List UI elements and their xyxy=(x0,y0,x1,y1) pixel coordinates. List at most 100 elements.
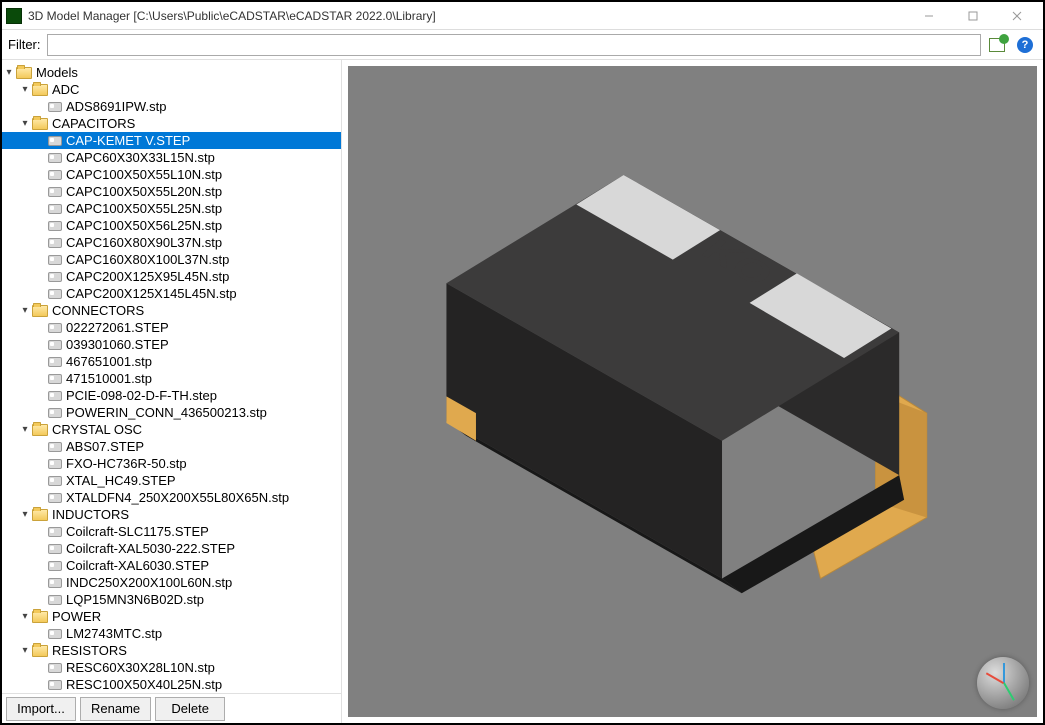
tree-file[interactable]: 471510001.stp xyxy=(2,370,341,387)
file-icon xyxy=(48,272,62,282)
tree-file[interactable]: 039301060.STEP xyxy=(2,336,341,353)
tree-node-label: 467651001.stp xyxy=(66,354,152,369)
tree-file[interactable]: 467651001.stp xyxy=(2,353,341,370)
tree-file[interactable]: ADS8691IPW.stp xyxy=(2,98,341,115)
tree-file[interactable]: 022272061.STEP xyxy=(2,319,341,336)
file-icon xyxy=(48,357,62,367)
tree-file[interactable]: XTALDFN4_250X200X55L80X65N.stp xyxy=(2,489,341,506)
file-icon xyxy=(48,289,62,299)
tree-file[interactable]: PCIE-098-02-D-F-TH.step xyxy=(2,387,341,404)
tree-file[interactable]: INDC250X200X100L60N.stp xyxy=(2,574,341,591)
tree-node-label: CAPC100X50X55L10N.stp xyxy=(66,167,222,182)
model-tree[interactable]: ▾ Models ▾ ADC ADS8691IPW.stp▾CAPACITORSCAP-… xyxy=(2,60,341,693)
delete-button[interactable]: Delete xyxy=(155,697,225,721)
file-icon xyxy=(48,629,62,639)
add-folder-icon xyxy=(989,38,1005,52)
tree-file[interactable]: RESC60X30X28L10N.stp xyxy=(2,659,341,676)
tree-node-label: CAPC60X30X33L15N.stp xyxy=(66,150,215,165)
tree-file[interactable]: XTAL_HC49.STEP xyxy=(2,472,341,489)
tree-node-label: CAPC100X50X55L25N.stp xyxy=(66,201,222,216)
folder-icon xyxy=(32,509,48,521)
file-icon xyxy=(48,408,62,418)
titlebar: 3D Model Manager [C:\Users\Public\eCADST… xyxy=(2,2,1043,30)
tree-folder[interactable]: ▾POWER xyxy=(2,608,341,625)
import-button[interactable]: Import... xyxy=(6,697,76,721)
model-preview: KO xyxy=(348,66,1037,717)
tree-node-label: CAP-KEMET V.STEP xyxy=(66,133,190,148)
add-folder-button[interactable] xyxy=(985,34,1009,56)
expand-toggle-icon: ▾ xyxy=(18,645,32,656)
tree-folder[interactable]: ▾ ADC xyxy=(2,81,341,98)
maximize-button[interactable] xyxy=(951,3,995,29)
tree-folder[interactable]: ▾CONNECTORS xyxy=(2,302,341,319)
tree-node-label: CAPC160X80X90L37N.stp xyxy=(66,235,222,250)
file-icon xyxy=(48,102,62,112)
tree-node-label: Models xyxy=(36,65,78,80)
help-button[interactable]: ? xyxy=(1013,34,1037,56)
tree-file[interactable]: Coilcraft-SLC1175.STEP xyxy=(2,523,341,540)
tree-file[interactable]: CAPC160X80X90L37N.stp xyxy=(2,234,341,251)
tree-file[interactable]: CAPC100X50X55L25N.stp xyxy=(2,200,341,217)
expand-toggle-icon: ▾ xyxy=(18,424,32,435)
file-icon xyxy=(48,544,62,554)
tree-root[interactable]: ▾ Models xyxy=(2,64,341,81)
tree-node-label: LQP15MN3N6B02D.stp xyxy=(66,592,204,607)
tree-node-label: POWERIN_CONN_436500213.stp xyxy=(66,405,267,420)
file-icon xyxy=(48,238,62,248)
view-gizmo[interactable] xyxy=(977,657,1029,709)
tree-folder[interactable]: ▾INDUCTORS xyxy=(2,506,341,523)
tree-node-label: ADS8691IPW.stp xyxy=(66,99,166,114)
tree-file[interactable]: Coilcraft-XAL6030.STEP xyxy=(2,557,341,574)
file-icon xyxy=(48,680,62,690)
tree-file[interactable]: Coilcraft-XAL5030-222.STEP xyxy=(2,540,341,557)
tree-file[interactable]: LM2743MTC.stp xyxy=(2,625,341,642)
tree-file[interactable]: CAPC100X50X55L20N.stp xyxy=(2,183,341,200)
viewport-panel: KO xyxy=(342,60,1043,723)
tree-file[interactable]: CAPC200X125X95L45N.stp xyxy=(2,268,341,285)
tree-folder[interactable]: ▾CRYSTAL OSC xyxy=(2,421,341,438)
tree-node-label: RESC100X50X40L25N.stp xyxy=(66,677,222,692)
tree-file[interactable]: CAPC100X50X55L10N.stp xyxy=(2,166,341,183)
tree-file[interactable]: CAPC200X125X145L45N.stp xyxy=(2,285,341,302)
file-icon xyxy=(48,578,62,588)
tree-file[interactable]: CAPC100X50X56L25N.stp xyxy=(2,217,341,234)
tree-node-label: CAPC160X80X100L37N.stp xyxy=(66,252,229,267)
tree-folder[interactable]: ▾CAPACITORS xyxy=(2,115,341,132)
file-icon xyxy=(48,391,62,401)
file-icon xyxy=(48,374,62,384)
filter-input[interactable] xyxy=(47,34,982,56)
expand-toggle-icon: ▾ xyxy=(2,67,16,78)
tree-buttons: Import... Rename Delete xyxy=(2,693,341,723)
tree-node-label: CAPC100X50X56L25N.stp xyxy=(66,218,222,233)
tree-file[interactable]: CAPC160X80X100L37N.stp xyxy=(2,251,341,268)
window-controls xyxy=(907,3,1039,29)
tree-file[interactable]: RESC100X50X40L25N.stp xyxy=(2,676,341,693)
tree-node-label: CAPC200X125X95L45N.stp xyxy=(66,269,229,284)
tree-node-label: ADC xyxy=(52,82,79,97)
tree-file[interactable]: POWERIN_CONN_436500213.stp xyxy=(2,404,341,421)
folder-icon xyxy=(32,424,48,436)
tree-folder[interactable]: ▾RESISTORS xyxy=(2,642,341,659)
minimize-button[interactable] xyxy=(907,3,951,29)
tree-file[interactable]: CAPC60X30X33L15N.stp xyxy=(2,149,341,166)
tree-file[interactable]: FXO-HC736R-50.stp xyxy=(2,455,341,472)
tree-file[interactable]: LQP15MN3N6B02D.stp xyxy=(2,591,341,608)
tree-panel: ▾ Models ▾ ADC ADS8691IPW.stp▾CAPACITORSCAP-… xyxy=(2,60,342,723)
folder-icon xyxy=(32,84,48,96)
tree-node-label: Coilcraft-XAL5030-222.STEP xyxy=(66,541,235,556)
file-icon xyxy=(48,187,62,197)
tree-file[interactable]: CAP-KEMET V.STEP xyxy=(2,132,341,149)
main-area: ▾ Models ▾ ADC ADS8691IPW.stp▾CAPACITORSCAP-… xyxy=(2,60,1043,723)
folder-icon xyxy=(32,645,48,657)
close-button[interactable] xyxy=(995,3,1039,29)
expand-toggle-icon: ▾ xyxy=(18,84,32,95)
3d-viewport[interactable]: KO xyxy=(348,66,1037,717)
file-icon xyxy=(48,663,62,673)
expand-toggle-icon: ▾ xyxy=(18,305,32,316)
tree-node-label: INDC250X200X100L60N.stp xyxy=(66,575,232,590)
tree-node-label: 471510001.stp xyxy=(66,371,152,386)
file-icon xyxy=(48,255,62,265)
tree-node-label: LM2743MTC.stp xyxy=(66,626,162,641)
tree-file[interactable]: ABS07.STEP xyxy=(2,438,341,455)
rename-button[interactable]: Rename xyxy=(80,697,151,721)
